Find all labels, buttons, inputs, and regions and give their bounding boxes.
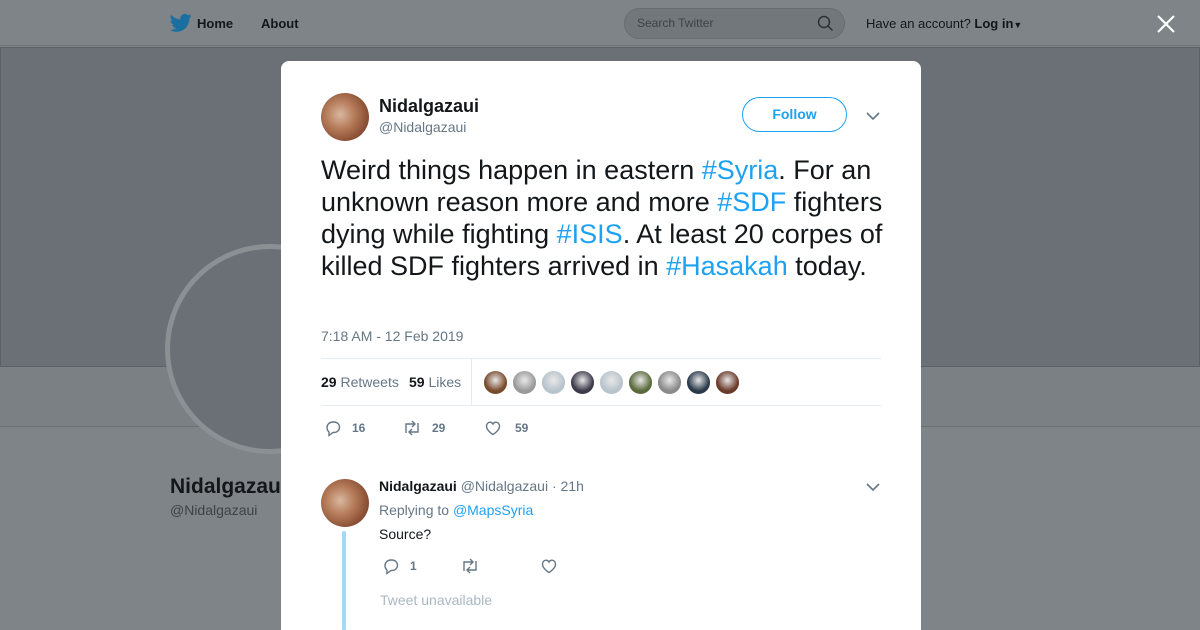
- tweet-stats: 29 Retweets 59 Likes: [321, 358, 881, 406]
- reply-reply-count: 1: [410, 559, 417, 573]
- liker-avatar[interactable]: [715, 370, 740, 395]
- author-avatar[interactable]: [321, 93, 369, 141]
- search-placeholder: Search Twitter: [637, 16, 714, 30]
- replying-to: Replying to @MapsSyria: [379, 502, 533, 518]
- retweets-label: Retweets: [340, 374, 399, 390]
- liker-avatar[interactable]: [512, 370, 537, 395]
- like-count: 59: [515, 421, 529, 435]
- heart-icon[interactable]: [540, 557, 558, 575]
- tweet-modal: Nidalgazaui @Nidalgazaui Follow Weird th…: [281, 61, 921, 630]
- heart-icon[interactable]: [484, 419, 502, 437]
- account-prompt: Have an account? Log in▼: [866, 16, 1022, 31]
- reply-author-handle[interactable]: @Nidalgazaui: [461, 478, 548, 494]
- search-icon[interactable]: [817, 15, 834, 32]
- liker-avatar[interactable]: [686, 370, 711, 395]
- reply-icon[interactable]: [382, 557, 400, 575]
- tweet-text-segment: today.: [787, 251, 867, 281]
- retweets-count: 29: [321, 374, 337, 390]
- tweet-unavailable: Tweet unavailable: [380, 592, 493, 608]
- retweet-icon[interactable]: [460, 557, 480, 575]
- tweet-text: Weird things happen in eastern #Syria. F…: [321, 154, 891, 282]
- account-prompt-text: Have an account?: [866, 16, 971, 31]
- retweets-stat[interactable]: 29 Retweets: [321, 374, 399, 390]
- likes-count: 59: [409, 374, 425, 390]
- profile-name: Nidalgazaui: [170, 475, 287, 498]
- replying-to-mention[interactable]: @MapsSyria: [453, 502, 533, 518]
- tweet-text-segment: Weird things happen in eastern: [321, 155, 702, 185]
- retweet-icon[interactable]: [402, 419, 422, 437]
- author-handle[interactable]: @Nidalgazaui: [379, 119, 466, 135]
- follow-button[interactable]: Follow: [742, 97, 847, 132]
- close-icon[interactable]: [1155, 13, 1177, 35]
- profile-handle: @Nidalgazaui: [170, 502, 258, 518]
- hashtag-link[interactable]: #Hasakah: [666, 251, 788, 281]
- caret-down-icon[interactable]: ▼: [1013, 20, 1022, 30]
- search-input[interactable]: Search Twitter: [624, 8, 845, 39]
- nav-home-link[interactable]: Home: [197, 16, 233, 31]
- reply-header: Nidalgazaui @Nidalgazaui · 21h: [379, 478, 584, 494]
- liker-avatar[interactable]: [657, 370, 682, 395]
- liker-avatar[interactable]: [541, 370, 566, 395]
- hashtag-link[interactable]: #ISIS: [557, 219, 623, 249]
- reply-author-avatar[interactable]: [321, 479, 369, 527]
- hashtag-link[interactable]: #SDF: [717, 187, 786, 217]
- replying-to-label: Replying to: [379, 502, 450, 518]
- tweet-timestamp[interactable]: 7:18 AM - 12 Feb 2019: [321, 328, 463, 344]
- top-navigation-bar: Home About Search Twitter Have an accoun…: [0, 0, 1200, 46]
- author-name[interactable]: Nidalgazaui: [379, 96, 479, 117]
- thread-line: [342, 531, 346, 630]
- liker-avatar[interactable]: [483, 370, 508, 395]
- liker-avatar[interactable]: [570, 370, 595, 395]
- hashtag-link[interactable]: #Syria: [702, 155, 779, 185]
- nav-about-link[interactable]: About: [261, 16, 299, 31]
- chevron-down-icon[interactable]: [866, 111, 880, 121]
- login-link[interactable]: Log in: [974, 16, 1013, 31]
- reply-count: 16: [352, 421, 366, 435]
- twitter-bird-icon[interactable]: [170, 13, 192, 33]
- reply-chevron-down-icon[interactable]: [866, 482, 880, 492]
- liker-avatar[interactable]: [599, 370, 624, 395]
- liker-avatar[interactable]: [628, 370, 653, 395]
- reply-text: Source?: [379, 526, 432, 542]
- reply-icon[interactable]: [324, 419, 342, 437]
- retweet-count: 29: [432, 421, 446, 435]
- reply-time[interactable]: · 21h: [552, 478, 584, 494]
- likes-label: Likes: [428, 374, 462, 390]
- stats-divider: [471, 359, 472, 405]
- reply-author-name[interactable]: Nidalgazaui: [379, 478, 457, 494]
- likes-stat[interactable]: 59 Likes: [409, 374, 461, 390]
